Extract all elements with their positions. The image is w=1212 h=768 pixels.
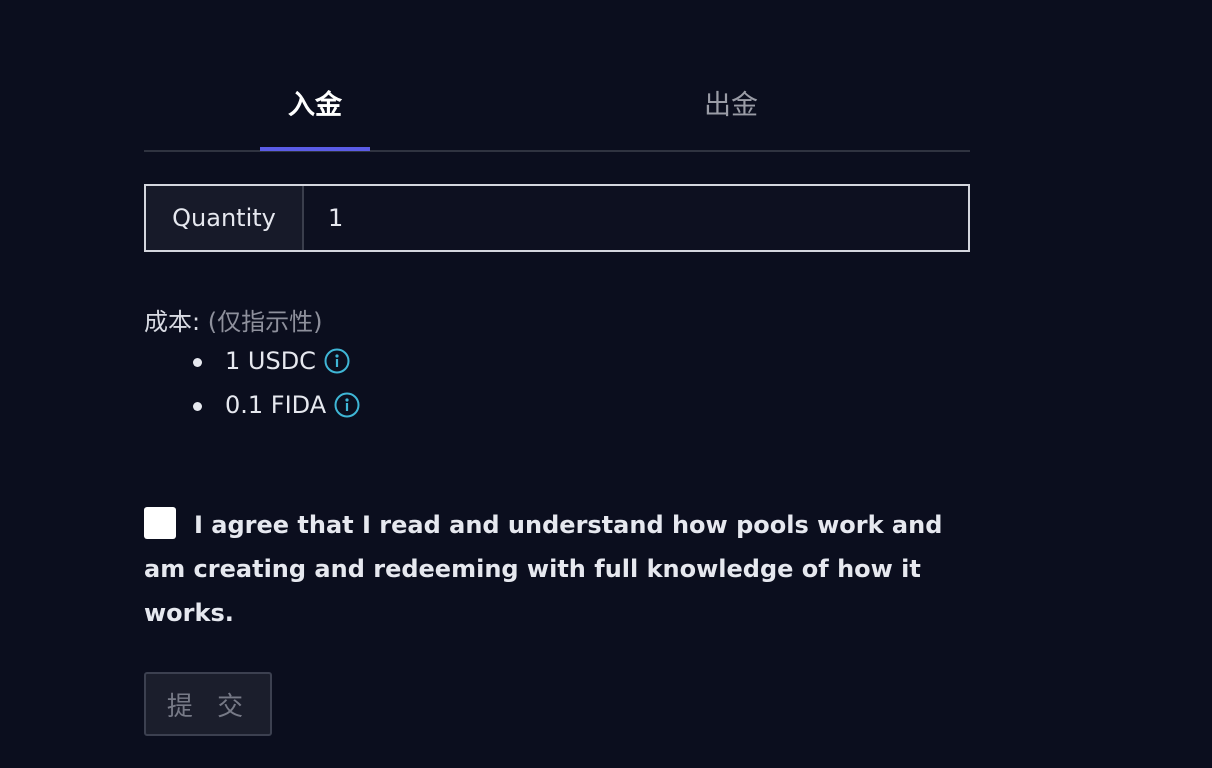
tab-bar: 入金 出金 <box>144 62 970 152</box>
cost-title: 成本: <box>144 308 201 336</box>
quantity-input[interactable] <box>304 186 968 250</box>
cost-list: 1 USDC 0.1 FIDA <box>144 339 360 427</box>
bullet-dot <box>193 402 202 411</box>
bullet-dot <box>193 358 202 367</box>
quantity-label: Quantity <box>146 186 304 250</box>
quantity-field-group: Quantity <box>144 184 970 252</box>
info-circle-icon[interactable] <box>334 392 360 418</box>
agreement-row: I agree that I read and understand how p… <box>144 503 970 635</box>
cost-item-fida: 0.1 FIDA <box>144 383 360 427</box>
agreement-checkbox[interactable] <box>144 507 176 539</box>
active-tab-indicator <box>260 147 370 151</box>
cost-hint: (仅指示性) <box>207 308 323 336</box>
cost-item-text: 0.1 FIDA <box>225 391 327 419</box>
pool-deposit-panel: 入金 出金 Quantity 成本: (仅指示性) 1 USDC <box>144 62 970 736</box>
cost-item-text: 1 USDC <box>225 347 316 375</box>
cost-section: 成本: (仅指示性) 1 USDC 0.1 FIDA <box>144 305 360 427</box>
tab-deposit[interactable]: 入金 <box>260 89 370 149</box>
submit-button[interactable]: 提 交 <box>144 672 272 736</box>
agreement-text: I agree that I read and understand how p… <box>144 511 943 627</box>
cost-item-usdc: 1 USDC <box>144 339 360 383</box>
info-circle-icon[interactable] <box>324 348 350 374</box>
tab-withdraw[interactable]: 出金 <box>676 89 786 149</box>
cost-heading: 成本: (仅指示性) <box>144 305 360 339</box>
